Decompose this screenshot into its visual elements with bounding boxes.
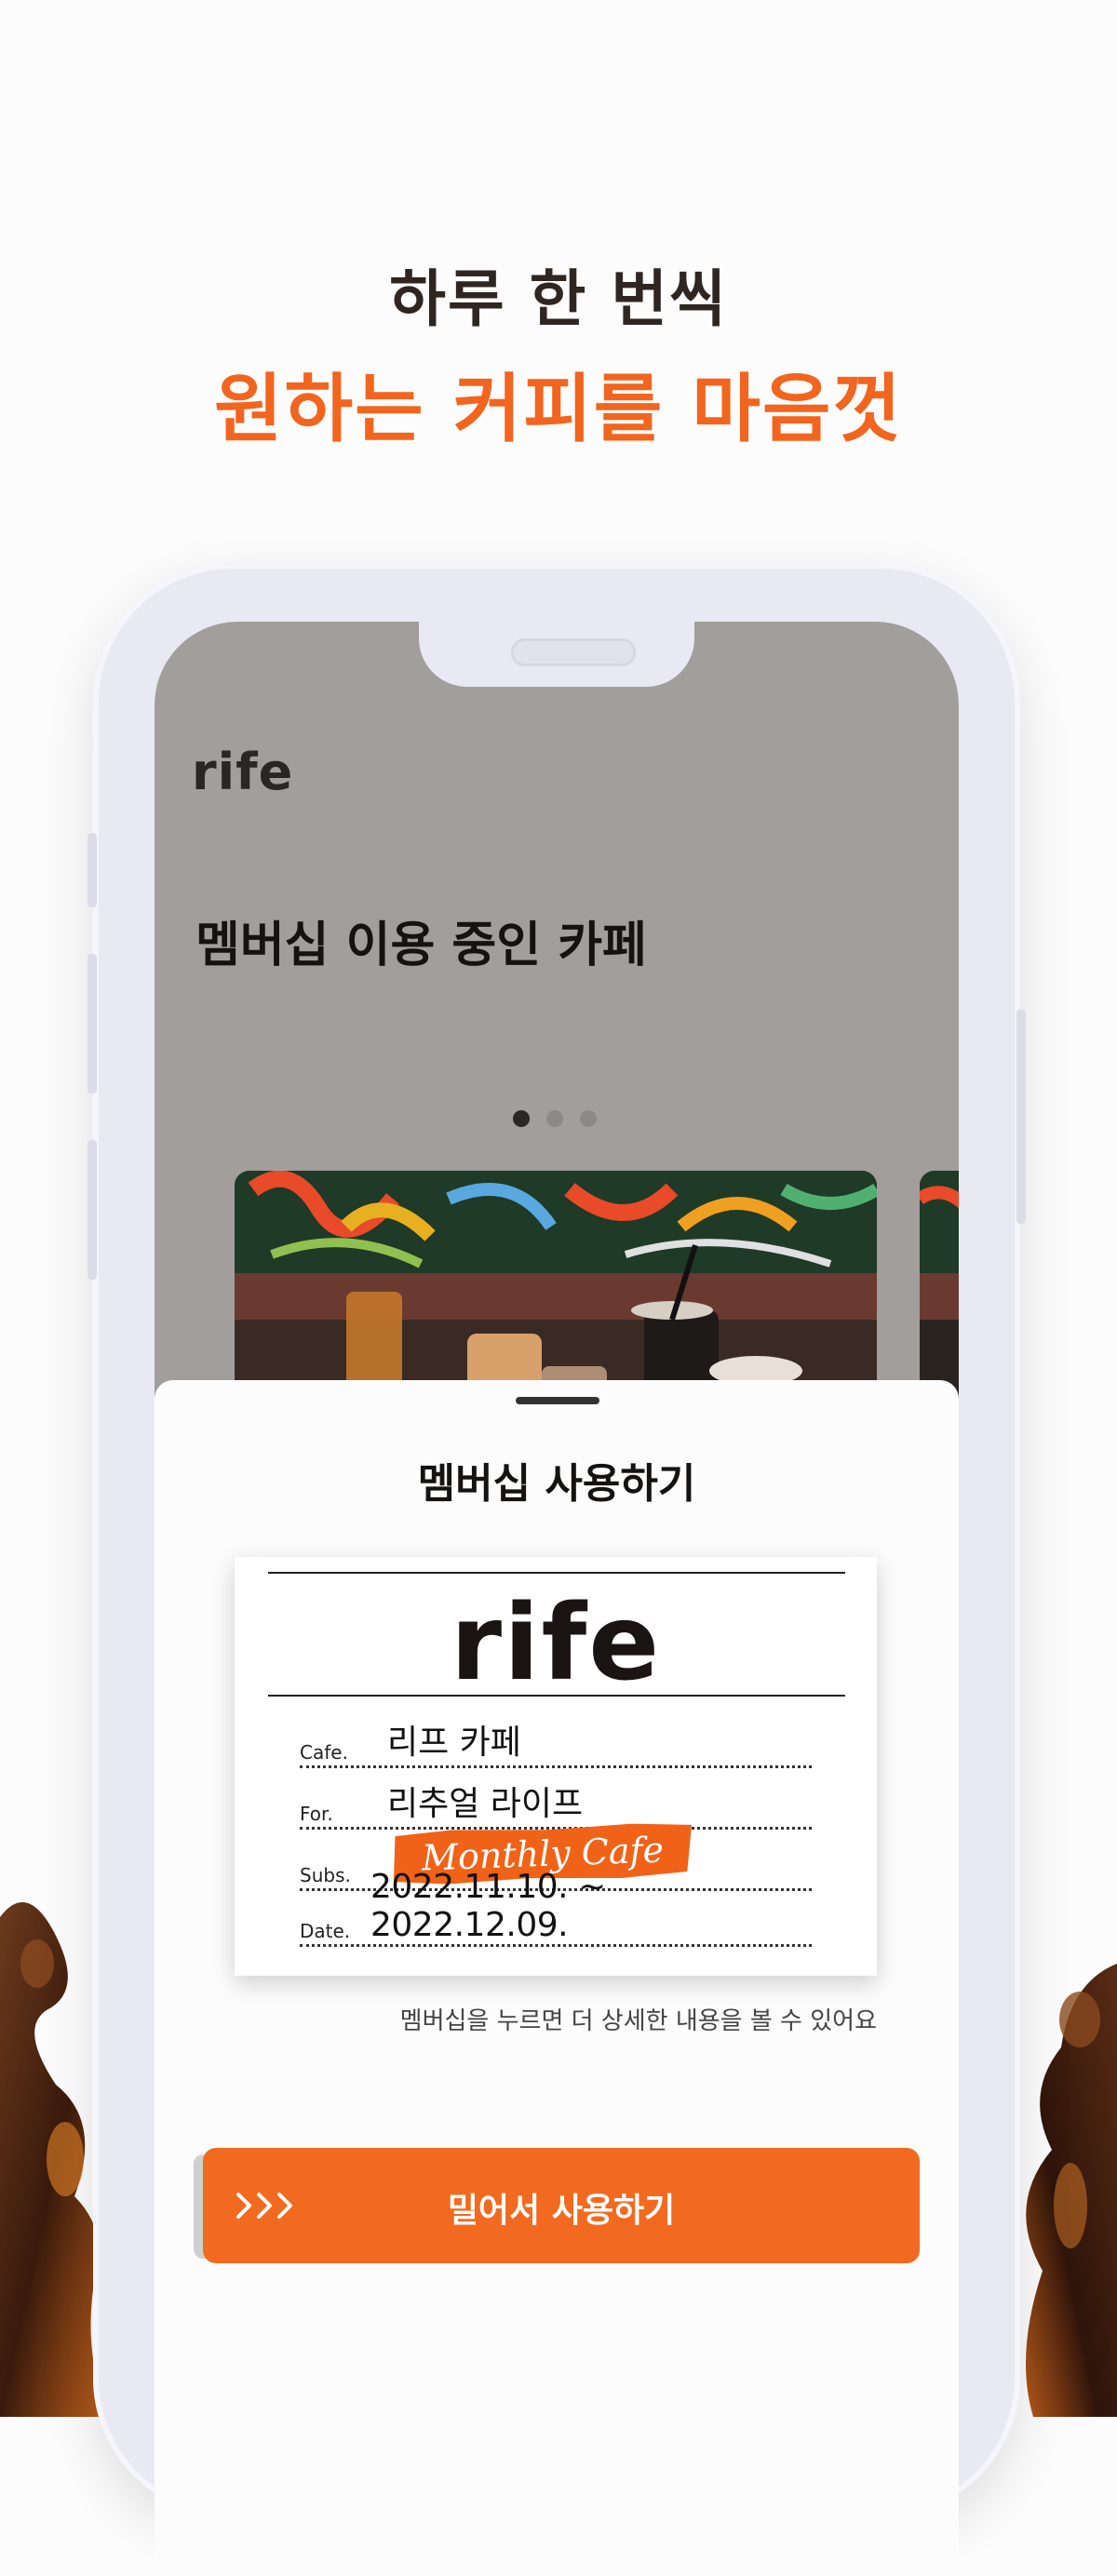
membership-bottom-sheet: 멤버십 사용하기 rife Cafe. 리프 카페 For. 리추얼 라이프 S… xyxy=(155,1380,959,2576)
headline-line2: 원하는 커피를 마음껏 xyxy=(213,366,904,452)
section-title: 멤버십 이용 중인 카페 xyxy=(195,918,647,973)
ticket-label: For. xyxy=(300,1803,333,1825)
ticket-rule-top xyxy=(268,1572,845,1574)
swipe-button-label: 밀어서 사용하기 xyxy=(447,2192,676,2230)
app-logo: rife xyxy=(192,743,294,801)
carousel-dot[interactable] xyxy=(513,1110,530,1127)
headline-line1: 하루 한 번씩 xyxy=(389,263,728,335)
ticket-value: 리프 카페 xyxy=(387,1724,521,1762)
swipe-to-use-button[interactable]: 밀어서 사용하기 xyxy=(203,2148,920,2263)
ticket-row-for: For. 리추얼 라이프 xyxy=(300,1778,812,1830)
phone-screen: rife 멤버십 이용 중인 카페 멤버십 사용하기 rife Cafe. 리프… xyxy=(155,622,959,2576)
next-cafe-card-image[interactable] xyxy=(920,1171,959,1413)
ticket-logo: rife xyxy=(450,1583,662,1704)
phone-notch xyxy=(419,622,694,687)
coffee-splash-right-image xyxy=(1026,1964,1117,2417)
ticket-value: 2022.11.10. ~ 2022.12.09. xyxy=(370,1868,606,1944)
ticket-rule-bottom xyxy=(268,1695,845,1697)
ticket-hint-text: 멤버십을 누르면 더 상세한 내용을 볼 수 있어요 xyxy=(399,2007,877,2035)
ticket-label: Cafe. xyxy=(300,1741,348,1764)
membership-ticket[interactable]: rife Cafe. 리프 카페 For. 리추얼 라이프 Subs. Mont… xyxy=(235,1557,877,1976)
speaker-grille xyxy=(511,638,636,666)
ticket-row-date: Date. 2022.11.10. ~ 2022.12.09. xyxy=(300,1868,812,1947)
ticket-value: 리추얼 라이프 xyxy=(387,1785,584,1823)
phone-mockup: rife 멤버십 이용 중인 카페 멤버십 사용하기 rife Cafe. 리프… xyxy=(87,563,1026,2576)
ticket-label: Subs. xyxy=(300,1864,351,1886)
phone-power-button xyxy=(1016,1010,1026,1224)
phone-mute-switch xyxy=(87,833,97,907)
carousel-dot[interactable] xyxy=(546,1110,563,1127)
cafe-photo-graphic xyxy=(235,1171,877,1413)
phone-volume-up-button xyxy=(87,954,97,1093)
sheet-drag-handle[interactable] xyxy=(516,1397,599,1404)
cafe-card-image[interactable] xyxy=(235,1171,877,1413)
phone-volume-down-button xyxy=(87,1140,97,1280)
carousel-pagination[interactable] xyxy=(513,1110,597,1127)
sheet-title: 멤버십 사용하기 xyxy=(417,1460,696,1508)
carousel-dot[interactable] xyxy=(580,1110,597,1127)
ticket-label: Date. xyxy=(300,1920,351,1942)
cafe-photo-graphic xyxy=(920,1171,959,1413)
ticket-row-cafe: Cafe. 리프 카페 xyxy=(300,1717,812,1768)
